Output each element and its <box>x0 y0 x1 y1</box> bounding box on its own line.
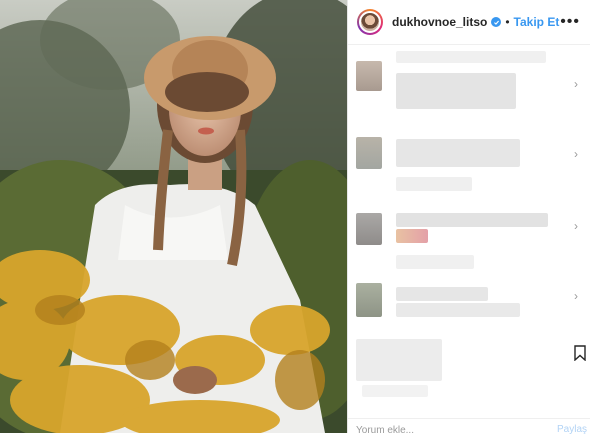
chevron-right-icon[interactable]: › <box>574 147 578 161</box>
blurred-avatar <box>356 213 382 245</box>
blurred-comment-line <box>396 287 488 301</box>
blurred-comment-line <box>396 213 548 227</box>
blurred-comment-line <box>396 303 520 317</box>
username-link[interactable]: dukhovnoe_litso <box>392 15 487 29</box>
blurred-comment-line <box>396 51 546 63</box>
share-button[interactable]: Paylaş <box>557 424 587 435</box>
blurred-avatar <box>356 283 382 317</box>
blurred-comment-line <box>362 385 428 397</box>
comment-input[interactable] <box>356 424 526 436</box>
verified-badge-icon <box>491 17 502 27</box>
chevron-right-icon[interactable]: › <box>574 289 578 303</box>
more-options-icon[interactable]: ••• <box>560 13 580 31</box>
comment-bar: Paylaş <box>348 418 590 436</box>
blurred-comment-line <box>396 139 520 167</box>
blurred-avatar <box>356 137 382 169</box>
chevron-right-icon[interactable]: › <box>574 219 578 233</box>
separator-dot: • <box>505 15 510 29</box>
chevron-right-icon[interactable]: › <box>574 77 578 91</box>
post-header: dukhovnoe_litso • Takip Et ••• <box>348 0 590 45</box>
blurred-comment-line <box>396 177 472 191</box>
blurred-comment-line <box>396 255 474 269</box>
blurred-emoji <box>396 229 428 243</box>
blurred-comments-area: › › › › <box>348 45 590 397</box>
blurred-avatar <box>356 61 382 91</box>
blurred-comment-line <box>396 73 516 109</box>
post-side-panel: dukhovnoe_litso • Takip Et ••• › › › › Y… <box>347 0 590 436</box>
follow-button[interactable]: Takip Et <box>514 15 560 29</box>
avatar[interactable] <box>357 9 383 35</box>
post-photo[interactable] <box>0 0 347 433</box>
bookmark-icon[interactable] <box>574 345 586 361</box>
blurred-comment-line <box>356 339 442 381</box>
